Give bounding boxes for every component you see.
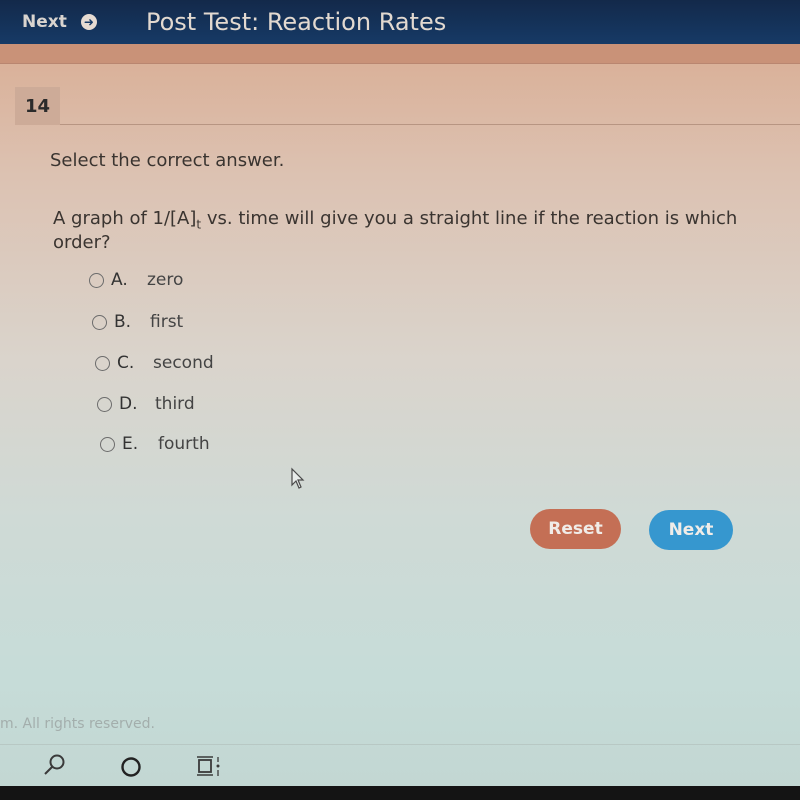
- header-subbar: [0, 44, 800, 64]
- option-letter: A.: [111, 270, 128, 290]
- option-text: fourth: [158, 434, 210, 454]
- arrow-right-circle-icon: ➜: [80, 14, 97, 30]
- question-instruction: Select the correct answer.: [50, 150, 285, 171]
- option-letter: C.: [117, 353, 135, 373]
- question-number: 14: [15, 87, 60, 125]
- next-button[interactable]: Next: [649, 510, 733, 550]
- header-next-button[interactable]: Next ➜: [0, 0, 122, 44]
- taskbar-divider: [0, 744, 800, 745]
- reset-button[interactable]: Reset: [530, 509, 621, 549]
- option-text: first: [150, 312, 184, 332]
- page-title: Post Test: Reaction Rates: [146, 8, 447, 36]
- option-d[interactable]: D. third: [97, 394, 195, 414]
- radio-button[interactable]: [92, 314, 107, 330]
- option-letter: B.: [114, 312, 132, 332]
- top-navigation-bar: Next ➜ Post Test: Reaction Rates: [0, 0, 800, 44]
- radio-button[interactable]: [100, 436, 115, 452]
- option-b[interactable]: B. first: [92, 312, 183, 332]
- option-text: zero: [147, 270, 184, 290]
- mouse-cursor-icon: [291, 467, 305, 489]
- option-text: third: [155, 394, 195, 414]
- radio-button[interactable]: [97, 396, 112, 412]
- radio-button[interactable]: [89, 272, 104, 288]
- question-divider: [60, 124, 800, 125]
- radio-button[interactable]: [95, 355, 110, 371]
- option-letter: E.: [122, 434, 139, 454]
- option-a[interactable]: A. zero: [89, 270, 183, 290]
- question-text-before: A graph of 1/[A]: [53, 208, 197, 229]
- option-letter: D.: [119, 394, 138, 414]
- question-text: A graph of 1/[A]t vs. time will give you…: [53, 208, 800, 253]
- cortana-circle-icon[interactable]: [119, 755, 143, 779]
- task-view-icon[interactable]: [196, 755, 222, 779]
- option-c[interactable]: C. second: [95, 353, 214, 373]
- header-next-label: Next: [22, 12, 67, 32]
- option-text: second: [153, 353, 214, 373]
- search-icon[interactable]: [42, 752, 68, 778]
- screen-bezel: [0, 786, 800, 800]
- copyright-text: m. All rights reserved.: [0, 716, 155, 732]
- option-e[interactable]: E. fourth: [100, 434, 210, 454]
